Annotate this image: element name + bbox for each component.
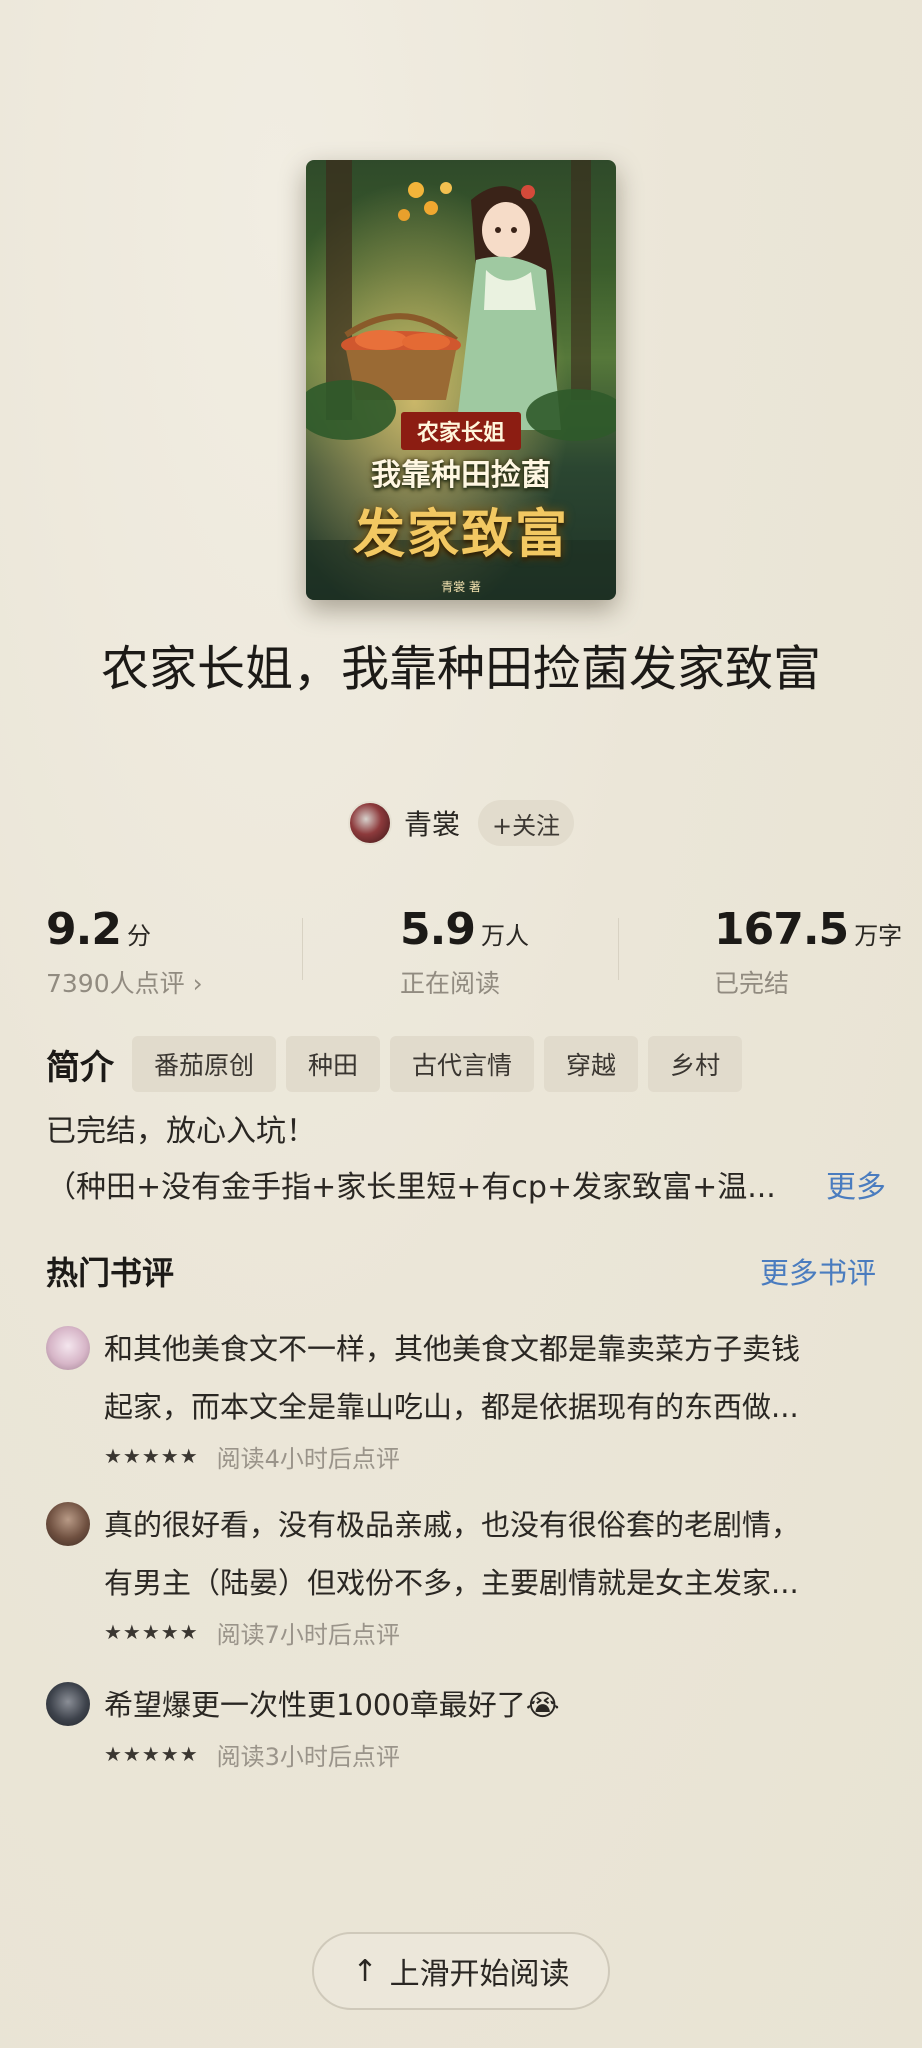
stat-readers: 5.9 万人 正在阅读: [400, 904, 529, 1000]
score-value: 9.2: [46, 904, 122, 955]
reviewer-avatar[interactable]: [46, 1326, 90, 1370]
start-reading-button[interactable]: ↑ 上滑开始阅读: [312, 1932, 610, 2010]
review-text: 和其他美食文不一样，其他美食文都是靠卖菜方子卖钱: [104, 1332, 801, 1366]
reviews-title: 热门书评: [46, 1254, 175, 1292]
completion-status: 已完结: [714, 969, 790, 998]
book-detail-page: 农家长姐 我靠种田捡菌 发家致富 青裳 著 农家长姐，我靠种田捡菌发家致富 青裳…: [0, 0, 922, 2048]
intro-line: （种田+没有金手指+家长里短+有cp+发家致富+温...: [46, 1170, 776, 1205]
author-row: 青裳 +关注: [0, 798, 922, 848]
score-unit: 分: [126, 922, 151, 950]
intro-more-link[interactable]: 更多: [826, 1160, 886, 1216]
author-name[interactable]: 青裳: [404, 803, 460, 843]
cover-tagline: 农家长姐: [401, 412, 521, 450]
readers-value: 5.9: [400, 904, 476, 955]
author-avatar[interactable]: [347, 801, 392, 845]
intro-text[interactable]: 已完结，放心入坑！ （种田+没有金手指+家长里短+有cp+发家致富+温... 更…: [46, 1104, 886, 1216]
intro-row: 简介 番茄原创 种田 古代言情 穿越 乡村: [46, 1036, 743, 1092]
rating-stars: ★★★★★: [104, 1620, 199, 1644]
arrow-up-icon: ↑: [352, 1953, 378, 1989]
review-text: 真的很好看，没有极品亲戚，也没有很俗套的老剧情，: [104, 1508, 801, 1542]
book-cover[interactable]: 农家长姐 我靠种田捡菌 发家致富 青裳 著: [306, 160, 616, 600]
review-time: 阅读3小时后点评: [216, 1742, 400, 1771]
review-time: 阅读7小时后点评: [216, 1620, 400, 1649]
book-title: 农家长姐，我靠种田捡菌发家致富: [100, 641, 821, 697]
review-text: 有男主（陆晏）但戏份不多，主要剧情就是女主发家...: [104, 1566, 799, 1600]
reviews-header: 热门书评 更多书评: [46, 1248, 876, 1294]
readers-unit: 万人: [480, 922, 529, 950]
tag-chip[interactable]: 古代言情: [390, 1036, 535, 1092]
review-count-link[interactable]: 7390人点评 ›: [46, 964, 203, 1000]
cover-author-mark: 青裳 著: [441, 580, 481, 594]
stat-words: 167.5 万字 已完结: [714, 904, 902, 1000]
intro-label: 简介: [46, 1047, 114, 1088]
stat-divider: [302, 918, 303, 980]
reviewer-avatar[interactable]: [46, 1682, 90, 1726]
rating-stars: ★★★★★: [104, 1742, 199, 1766]
tag-chip[interactable]: 种田: [286, 1036, 381, 1092]
stat-divider: [618, 918, 619, 980]
start-reading-label: 上滑开始阅读: [389, 1957, 570, 1992]
cover-title-line: 我靠种田捡菌: [371, 458, 551, 493]
stats-bar: 9.2 分 7390人点评 › 5.9 万人 正在阅读 167.5 万字 已完结: [0, 904, 922, 1004]
words-unit: 万字: [854, 922, 903, 950]
reviewer-avatar[interactable]: [46, 1502, 90, 1546]
intro-line: 已完结，放心入坑！: [46, 1114, 316, 1149]
stat-score[interactable]: 9.2 分 7390人点评 ›: [46, 904, 203, 1000]
cover-big-title: 发家致富: [352, 504, 569, 565]
rating-stars: ★★★★★: [104, 1444, 199, 1468]
more-reviews-link[interactable]: 更多书评: [760, 1250, 876, 1292]
tag-chip[interactable]: 乡村: [648, 1036, 743, 1092]
review-time: 阅读4小时后点评: [216, 1444, 400, 1473]
review-text: 起家，而本文全是靠山吃山，都是依据现有的东西做...: [104, 1390, 799, 1424]
readers-label: 正在阅读: [400, 969, 501, 998]
words-value: 167.5: [714, 904, 849, 955]
review-text: 希望爆更一次性更1000章最好了😭: [104, 1688, 560, 1722]
follow-button[interactable]: +关注: [477, 800, 575, 846]
tag-chip[interactable]: 番茄原创: [132, 1036, 277, 1092]
tag-chip[interactable]: 穿越: [544, 1036, 639, 1092]
